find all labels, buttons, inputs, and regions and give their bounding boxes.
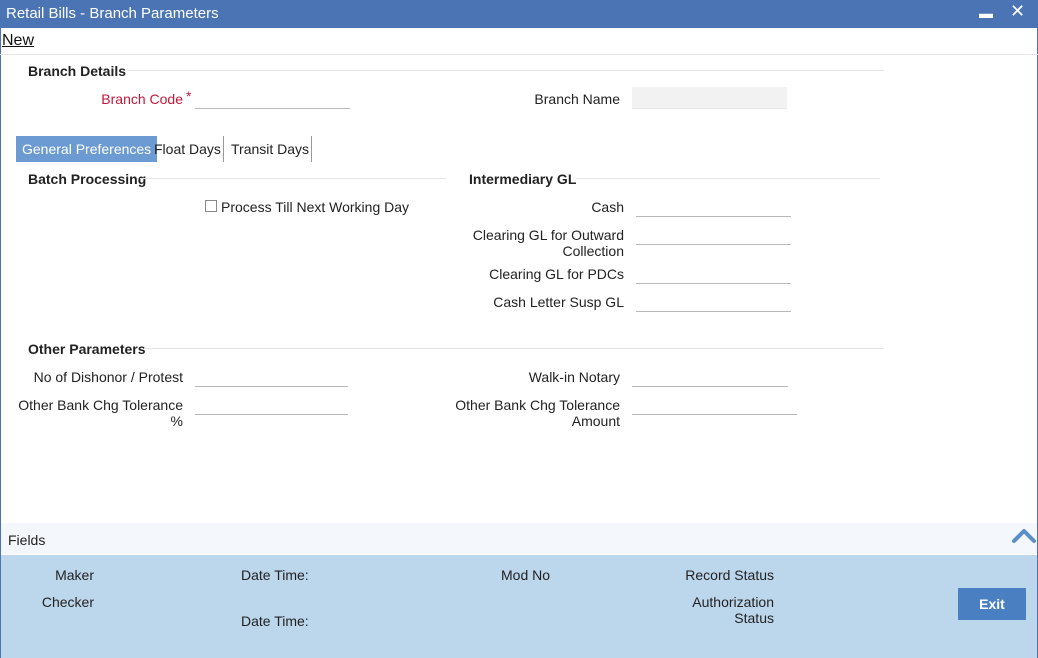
dishonor-input[interactable] bbox=[195, 365, 348, 387]
other-parameters-divider bbox=[144, 348, 884, 349]
toolbar-divider bbox=[0, 54, 1038, 55]
minimize-icon[interactable]: ▬ bbox=[979, 5, 993, 21]
tab-general-preferences[interactable]: General Preferences bbox=[16, 136, 158, 162]
dishonor-label: No of Dishonor / Protest bbox=[33, 369, 183, 385]
clearing-pdc-input[interactable] bbox=[636, 262, 791, 284]
fields-label[interactable]: Fields bbox=[8, 532, 45, 548]
checker-date-time-label: Date Time: bbox=[241, 613, 309, 629]
other-parameters-title: Other Parameters bbox=[28, 341, 146, 357]
clearing-outward-label-line2: Collection bbox=[562, 243, 624, 259]
fields-bar: Fields bbox=[1, 523, 1037, 554]
checker-label: Checker bbox=[41, 594, 94, 610]
batch-processing-divider bbox=[140, 178, 446, 179]
walkin-notary-label: Walk-in Notary bbox=[528, 369, 620, 385]
clearing-outward-label: Clearing GL for Outward Collection bbox=[440, 227, 624, 259]
new-link[interactable]: New bbox=[2, 32, 34, 50]
clearing-outward-input[interactable] bbox=[636, 223, 791, 245]
bank-chg-tol-pct-input[interactable] bbox=[195, 393, 348, 415]
intermediary-gl-title: Intermediary GL bbox=[469, 171, 577, 187]
cash-gl-input[interactable] bbox=[636, 195, 791, 217]
bank-chg-tol-amt-label-line1: Other Bank Chg Tolerance bbox=[455, 397, 620, 413]
clearing-outward-label-line1: Clearing GL for Outward bbox=[472, 227, 624, 243]
close-icon[interactable]: ✕ bbox=[1010, 1, 1025, 22]
cash-letter-label: Cash Letter Susp GL bbox=[493, 294, 624, 310]
cash-letter-input[interactable] bbox=[636, 290, 791, 312]
cash-label: Cash bbox=[591, 199, 624, 215]
branch-details-title: Branch Details bbox=[28, 63, 127, 79]
required-marker: * bbox=[186, 88, 192, 104]
tab-separator bbox=[311, 136, 312, 162]
walkin-notary-input[interactable] bbox=[632, 365, 788, 387]
bank-chg-tol-amt-label: Other Bank Chg Tolerance Amount bbox=[440, 397, 620, 429]
window-title: Retail Bills - Branch Parameters bbox=[6, 5, 219, 22]
title-bar: Retail Bills - Branch Parameters ▬ ✕ bbox=[0, 0, 1038, 28]
bank-chg-tol-amt-input[interactable] bbox=[632, 393, 797, 415]
batch-processing-title: Batch Processing bbox=[28, 171, 147, 187]
process-till-next-label: Process Till Next Working Day bbox=[221, 199, 410, 215]
branch-details-divider bbox=[128, 70, 884, 71]
mod-no-label: Mod No bbox=[501, 567, 551, 583]
record-status-label: Record Status bbox=[685, 567, 774, 583]
maker-date-time-label: Date Time: bbox=[241, 567, 309, 583]
branch-name-field bbox=[632, 87, 787, 109]
branch-code-input[interactable] bbox=[195, 87, 350, 109]
authorization-status-label-line1: Authorization bbox=[692, 594, 774, 610]
process-till-next-checkbox[interactable] bbox=[205, 200, 217, 212]
authorization-status-label-line2: Status bbox=[734, 610, 774, 626]
clearing-pdc-label: Clearing GL for PDCs bbox=[489, 266, 624, 282]
bank-chg-tol-amt-label-line2: Amount bbox=[571, 413, 620, 429]
intermediary-gl-divider bbox=[576, 178, 880, 179]
tab-separator bbox=[223, 136, 224, 162]
chevron-up-icon[interactable] bbox=[1011, 525, 1037, 547]
authorization-status-label: Authorization Status bbox=[651, 594, 774, 626]
bank-chg-tol-pct-label: Other Bank Chg Tolerance % bbox=[18, 397, 183, 429]
tab-transit-days[interactable]: Transit Days bbox=[225, 136, 315, 162]
maker-label: Maker bbox=[55, 567, 94, 583]
tab-float-days[interactable]: Float Days bbox=[148, 136, 227, 162]
branch-name-label: Branch Name bbox=[534, 91, 620, 107]
exit-button[interactable]: Exit bbox=[958, 588, 1026, 620]
audit-footer: Maker Checker Date Time: Date Time: Mod … bbox=[1, 555, 1037, 658]
branch-code-label: Branch Code bbox=[101, 91, 183, 107]
